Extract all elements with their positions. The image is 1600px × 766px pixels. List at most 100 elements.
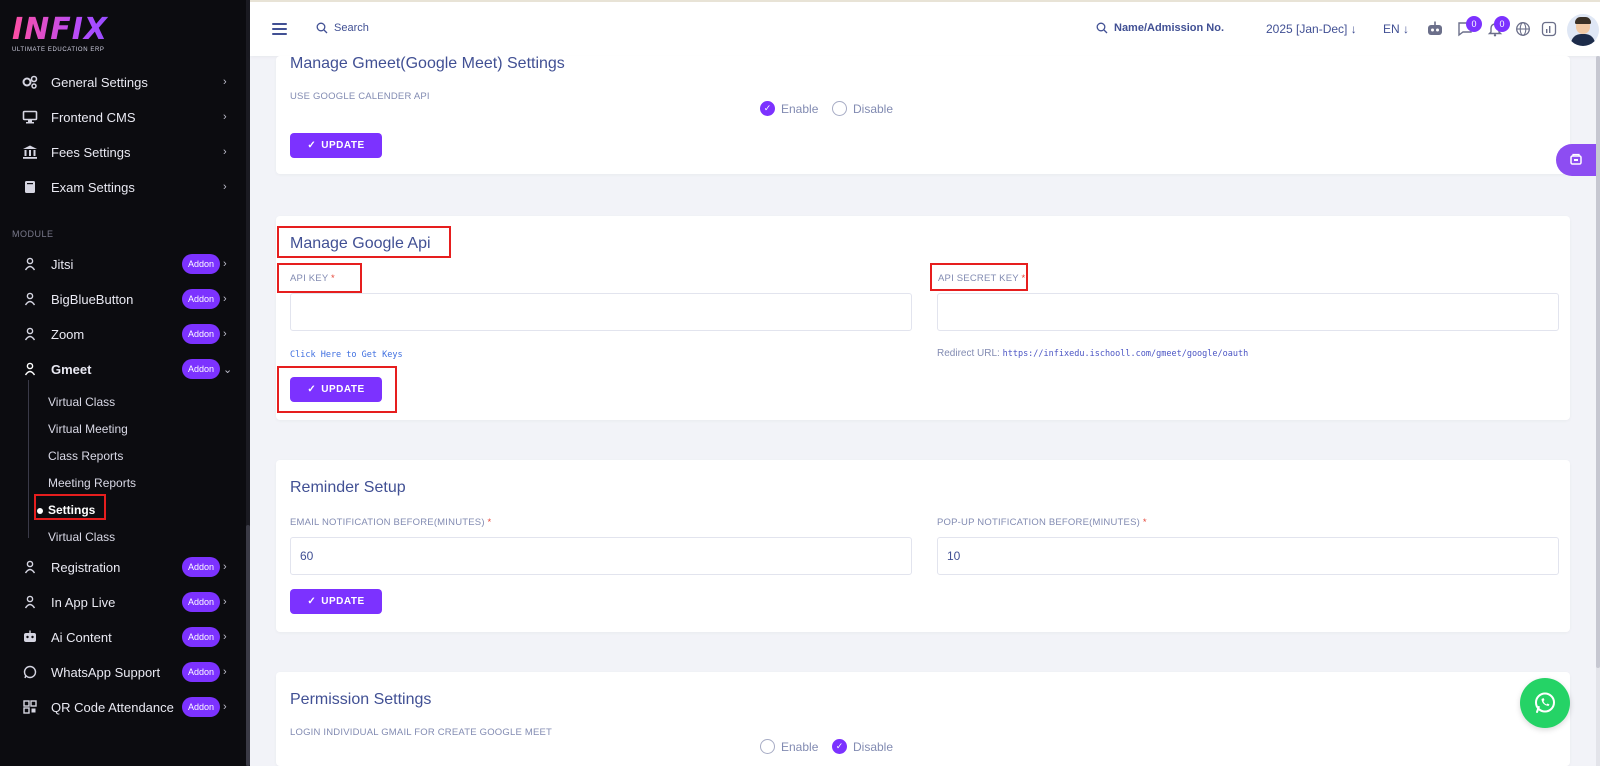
update-button[interactable]: ✓ UPDATE bbox=[290, 133, 382, 158]
individual-gmail-disable-radio[interactable]: ✓ Disable bbox=[832, 739, 893, 754]
card-title: Manage Gmeet(Google Meet) Settings bbox=[290, 55, 565, 72]
logo-subtitle: ULTIMATE EDUCATION ERP bbox=[12, 47, 105, 53]
sidebar-item-registration[interactable]: Registration Addon › bbox=[0, 551, 246, 583]
person-icon bbox=[22, 594, 38, 610]
sidebar-item-in-app-live[interactable]: In App Live Addon › bbox=[0, 586, 246, 618]
search-icon bbox=[316, 22, 328, 34]
redirect-url[interactable]: https://infixedu.ischooll.com/gmeet/goog… bbox=[1003, 349, 1249, 359]
globe-icon[interactable] bbox=[1514, 20, 1532, 38]
global-search[interactable]: Search bbox=[316, 22, 369, 34]
radio-label: Enable bbox=[781, 739, 819, 754]
sidebar-item-ai-content[interactable]: Ai Content Addon › bbox=[0, 621, 246, 653]
chevron-right-icon: › bbox=[223, 328, 227, 340]
menu-toggle-icon[interactable] bbox=[272, 23, 287, 35]
highlight-box bbox=[930, 263, 1028, 291]
analytics-icon[interactable] bbox=[1540, 20, 1558, 38]
brand-logo[interactable]: INFIX ULTIMATE EDUCATION ERP bbox=[12, 14, 132, 62]
radio-checked-icon: ✓ bbox=[760, 101, 775, 116]
student-search-placeholder: Name/Admission No. bbox=[1114, 22, 1225, 34]
sidebar-item-label: Frontend CMS bbox=[51, 109, 136, 125]
cart-icon[interactable] bbox=[1556, 144, 1596, 176]
email-notification-input[interactable]: 60 bbox=[290, 537, 912, 575]
chevron-right-icon: › bbox=[223, 293, 227, 305]
person-icon bbox=[22, 559, 38, 575]
sidebar-item-label: General Settings bbox=[51, 74, 148, 90]
sidebar-item-frontend-cms[interactable]: Frontend CMS › bbox=[0, 101, 246, 133]
get-keys-link[interactable]: Click Here to Get Keys bbox=[290, 350, 403, 360]
submenu-item-class-reports[interactable]: Class Reports bbox=[48, 449, 123, 463]
email-notification-label: EMAIL NOTIFICATION BEFORE(MINUTES) * bbox=[290, 517, 492, 528]
user-avatar[interactable] bbox=[1567, 14, 1599, 46]
chevron-right-icon: › bbox=[223, 666, 227, 678]
submenu-item-virtual-class[interactable]: Virtual Class bbox=[48, 395, 115, 409]
search-placeholder: Search bbox=[334, 22, 369, 34]
gmeet-settings-card: Manage Gmeet(Google Meet) Settings USE G… bbox=[276, 55, 1570, 174]
submenu-line bbox=[28, 380, 29, 538]
sidebar-item-general-settings[interactable]: General Settings › bbox=[0, 66, 246, 98]
field-label: USE GOOGLE CALENDER API bbox=[290, 91, 430, 102]
logo-text: INFIX bbox=[12, 14, 132, 46]
sidebar-item-label: Fees Settings bbox=[51, 144, 131, 160]
button-label: UPDATE bbox=[321, 140, 365, 151]
api-key-input[interactable] bbox=[290, 293, 912, 331]
chevron-right-icon: › bbox=[223, 258, 227, 270]
top-header: Search Name/Admission No. 2025 [Jan-Dec]… bbox=[250, 0, 1600, 56]
chevron-right-icon: › bbox=[223, 701, 227, 713]
person-icon bbox=[22, 256, 38, 272]
sidebar-item-zoom[interactable]: Zoom Addon › bbox=[0, 318, 246, 350]
radio-label: Enable bbox=[781, 101, 819, 116]
addon-badge: Addon bbox=[182, 697, 220, 717]
sidebar-item-label: QR Code Attendance bbox=[51, 699, 174, 715]
individual-gmail-enable-radio[interactable]: Enable bbox=[760, 739, 818, 754]
chevron-down-icon: ⌄ bbox=[223, 363, 233, 376]
robot-icon[interactable] bbox=[1426, 20, 1444, 38]
addon-badge: Addon bbox=[182, 324, 220, 344]
sidebar-scrollbar[interactable] bbox=[246, 0, 250, 766]
sidebar-item-label: Exam Settings bbox=[51, 179, 135, 195]
sidebar-item-label: In App Live bbox=[51, 594, 116, 610]
page-scrollbar[interactable] bbox=[1596, 56, 1600, 766]
messages-badge: 0 bbox=[1466, 16, 1482, 32]
addon-badge: Addon bbox=[182, 359, 220, 379]
highlight-box bbox=[277, 366, 397, 413]
whatsapp-icon bbox=[22, 664, 38, 680]
addon-badge: Addon bbox=[182, 627, 220, 647]
sidebar-item-gmeet[interactable]: Gmeet Addon ⌄ bbox=[0, 353, 246, 385]
sidebar-item-qr-code-attendance[interactable]: QR Code Attendance Addon › bbox=[0, 691, 246, 723]
submenu-item-meeting-reports[interactable]: Meeting Reports bbox=[48, 476, 136, 490]
academic-year-label: 2025 [Jan-Dec] bbox=[1266, 22, 1348, 36]
chevron-right-icon: › bbox=[223, 76, 227, 88]
person-icon bbox=[22, 361, 38, 377]
addon-badge: Addon bbox=[182, 592, 220, 612]
calendar-api-disable-radio[interactable]: Disable bbox=[832, 101, 893, 116]
radio-unchecked-icon bbox=[760, 739, 775, 754]
sidebar-item-exam-settings[interactable]: Exam Settings › bbox=[0, 171, 246, 203]
sidebar-item-label: WhatsApp Support bbox=[51, 664, 161, 680]
sidebar: INFIX ULTIMATE EDUCATION ERP General Set… bbox=[0, 0, 250, 766]
update-button[interactable]: ✓ UPDATE bbox=[290, 589, 382, 614]
arrow-down-icon: ↓ bbox=[1403, 22, 1410, 36]
popup-notification-input[interactable]: 10 bbox=[937, 537, 1559, 575]
sidebar-item-fees-settings[interactable]: Fees Settings › bbox=[0, 136, 246, 168]
field-label: LOGIN INDIVIDUAL GMAIL FOR CREATE GOOGLE… bbox=[290, 727, 553, 738]
highlight-box bbox=[277, 263, 362, 293]
gears-icon bbox=[22, 74, 38, 90]
api-secret-key-input[interactable] bbox=[937, 293, 1559, 331]
radio-label: Disable bbox=[853, 739, 894, 754]
sidebar-item-label: Registration bbox=[51, 559, 121, 575]
chevron-right-icon: › bbox=[223, 561, 227, 573]
academic-year-select[interactable]: 2025 [Jan-Dec] ↓ bbox=[1266, 22, 1357, 36]
redirect-label: Redirect URL: bbox=[937, 348, 1000, 359]
whatsapp-icon[interactable] bbox=[1520, 678, 1570, 728]
sidebar-item-bigbluebutton[interactable]: BigBlueButton Addon › bbox=[0, 283, 246, 315]
reminder-setup-card: Reminder Setup EMAIL NOTIFICATION BEFORE… bbox=[276, 460, 1570, 632]
submenu-item-virtual-meeting[interactable]: Virtual Meeting bbox=[48, 422, 128, 436]
sidebar-item-jitsi[interactable]: Jitsi Addon › bbox=[0, 248, 246, 280]
sidebar-item-whatsapp-support[interactable]: WhatsApp Support Addon › bbox=[0, 656, 246, 688]
sidebar-item-label: Jitsi bbox=[51, 256, 74, 272]
language-select[interactable]: EN ↓ bbox=[1383, 22, 1409, 36]
student-search[interactable]: Name/Admission No. bbox=[1096, 22, 1224, 34]
calendar-api-enable-radio[interactable]: ✓ Enable bbox=[760, 101, 818, 116]
submenu-item-virtual-class-2[interactable]: Virtual Class bbox=[48, 530, 115, 544]
chevron-right-icon: › bbox=[223, 111, 227, 123]
